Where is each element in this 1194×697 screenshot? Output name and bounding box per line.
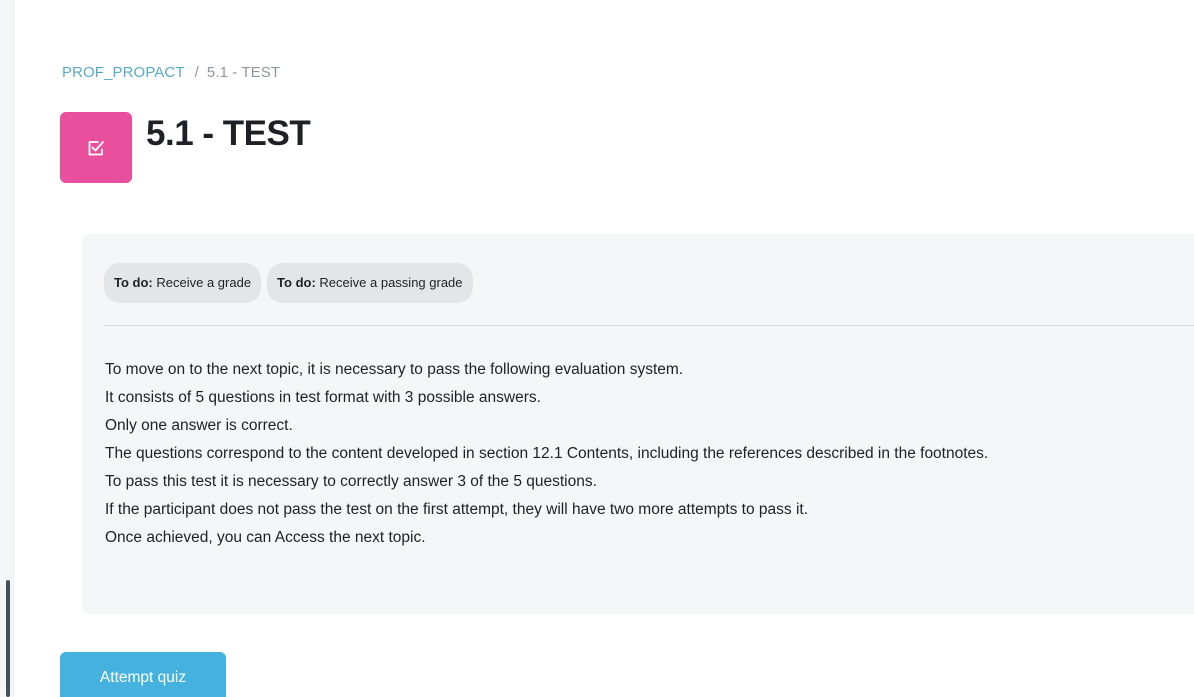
badge-prefix: To do: — [114, 275, 153, 290]
breadcrumb-course-link[interactable]: PROF_PROPACT — [62, 64, 185, 81]
breadcrumb-current: 5.1 - TEST — [206, 64, 281, 81]
description-line: The questions correspond to the content … — [105, 445, 989, 462]
scrollbar-thumb[interactable] — [6, 580, 10, 697]
page-title: 5.1 - TEST — [146, 114, 311, 153]
breadcrumb-separator: / — [194, 64, 199, 81]
quiz-description: To move on to the next topic, it is nece… — [105, 356, 1194, 552]
completion-requirements: To do: Receive a grade To do: Receive a … — [104, 263, 473, 303]
badge-text: Receive a grade — [156, 275, 252, 290]
badge-prefix: To do: — [277, 275, 316, 290]
completion-badge-grade: To do: Receive a grade — [104, 263, 262, 303]
description-line: Only one answer is correct. — [105, 417, 293, 434]
quiz-page: PROF_PROPACT / 5.1 - TEST 5.1 - TEST To do… — [0, 0, 1194, 697]
activity-information: To do: Receive a grade To do: Receive a … — [82, 234, 1194, 614]
badge-text: Receive a passing grade — [319, 275, 463, 290]
description-line: If the participant does not pass the tes… — [105, 501, 809, 518]
breadcrumb: PROF_PROPACT / 5.1 - TEST — [62, 64, 280, 81]
completion-badge-passing-grade: To do: Receive a passing grade — [267, 263, 473, 303]
description-line: To pass this test it is necessary to cor… — [105, 473, 597, 490]
quiz-checkbox-icon — [60, 112, 132, 183]
description-line: It consists of 5 questions in test forma… — [105, 389, 541, 406]
checkbox-check-icon — [88, 140, 104, 155]
description-line: To move on to the next topic, it is nece… — [105, 361, 684, 378]
attempt-quiz-button[interactable]: Attempt quiz — [60, 652, 226, 697]
section-divider — [104, 325, 1194, 326]
description-line: Once achieved, you can Access the next t… — [105, 529, 426, 546]
